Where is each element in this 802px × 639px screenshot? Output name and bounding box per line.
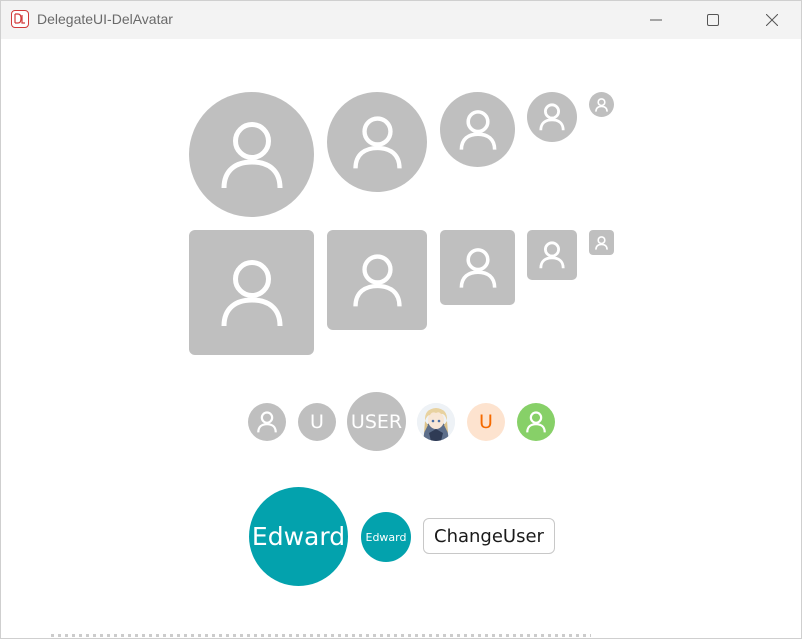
icon-avatar-circle-lg [327, 92, 427, 192]
bottom-edge-artifact [51, 634, 591, 637]
user-icon [595, 235, 608, 250]
user-icon [352, 253, 402, 307]
close-icon [766, 14, 778, 26]
icon-avatar-square-lg [327, 230, 427, 330]
icon-avatar-circle-sm [527, 92, 577, 142]
user-icon [221, 121, 282, 188]
minimize-button[interactable] [633, 1, 679, 39]
colored-icon-avatar [517, 403, 555, 441]
icon-avatar [248, 403, 286, 441]
colored-letter-avatar-text: U [479, 411, 493, 433]
app-logo-icon [11, 10, 29, 28]
minimize-icon [650, 19, 662, 21]
user-icon [526, 411, 546, 433]
maximize-button[interactable] [690, 1, 736, 39]
title-bar[interactable]: DelegateUI-DelAvatar [1, 1, 801, 39]
window-title: DelegateUI-DelAvatar [37, 11, 173, 27]
icon-avatar-square-sm [527, 230, 577, 280]
colored-letter-avatar: U [467, 403, 505, 441]
icon-avatar-square-md [440, 230, 515, 305]
user-icon [539, 103, 565, 131]
icon-avatar-square-xs [589, 230, 614, 255]
user-avatar-large: Edward [249, 487, 348, 586]
letter-avatar: U [298, 403, 336, 441]
user-icon [595, 97, 608, 112]
maximize-icon [707, 14, 719, 26]
text-avatar: USER [347, 392, 406, 451]
image-avatar [417, 403, 455, 441]
user-icon [539, 241, 565, 269]
user-icon [459, 109, 496, 150]
user-icon [221, 259, 282, 326]
icon-avatar-circle-xl [189, 92, 314, 217]
icon-avatar-circle-md [440, 92, 515, 167]
close-button[interactable] [749, 1, 795, 39]
icon-avatar-square-xl [189, 230, 314, 355]
user-icon [459, 247, 496, 288]
icon-avatar-circle-xs [589, 92, 614, 117]
app-window: DelegateUI-DelAvatar U USER U Edward Edw… [0, 0, 802, 639]
user-icon [257, 411, 277, 433]
user-avatar-small: Edward [361, 512, 411, 562]
change-user-button[interactable]: ChangeUser [423, 518, 555, 554]
user-icon [352, 115, 402, 169]
anime-girl-image [417, 403, 455, 441]
